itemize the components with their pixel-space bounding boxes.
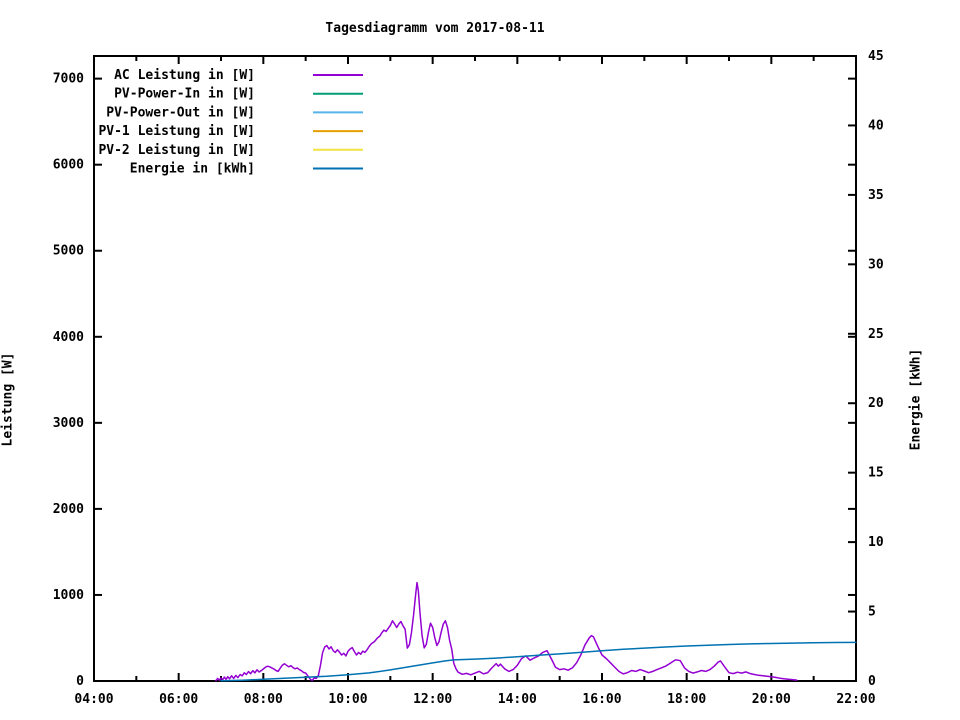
y-right-tick-label: 25: [868, 327, 884, 342]
x-tick-label: 04:00: [74, 692, 113, 707]
x-tick-label: 14:00: [498, 692, 537, 707]
legend-label: PV-1 Leistung in [W]: [98, 124, 255, 139]
y-right-tick-label: 0: [868, 674, 876, 689]
y-right-tick-label: 45: [868, 49, 884, 64]
x-tick-label: 12:00: [413, 692, 452, 707]
x-tick-label: 16:00: [582, 692, 621, 707]
y-left-tick-label: 0: [76, 674, 84, 689]
x-tick-label: 22:00: [836, 692, 875, 707]
y-axis-left-label: Leistung [W]: [0, 352, 16, 447]
series-ac-leistung: [215, 581, 798, 682]
x-tick-label: 20:00: [752, 692, 791, 707]
x-tick-label: 18:00: [667, 692, 706, 707]
legend-label: PV-Power-Out in [W]: [106, 105, 255, 120]
y-left-tick-label: 2000: [53, 502, 84, 517]
y-right-tick-label: 30: [868, 257, 884, 272]
y-axis-right-label: Energie [kWh]: [908, 348, 924, 451]
y-right-tick-label: 5: [868, 605, 876, 620]
y-right-tick-label: 10: [868, 535, 884, 550]
y-left-tick-label: 1000: [53, 588, 84, 603]
y-right-tick-label: 15: [868, 466, 884, 481]
y-left-tick-label: 4000: [53, 330, 84, 345]
y-left-tick-label: 6000: [53, 158, 84, 173]
legend-label: AC Leistung in [W]: [114, 68, 255, 83]
legend-label: Energie in [kWh]: [130, 162, 255, 177]
x-tick-label: 06:00: [159, 692, 198, 707]
y-right-tick-label: 20: [868, 396, 884, 411]
x-tick-label: 10:00: [328, 692, 367, 707]
x-tick-label: 08:00: [244, 692, 283, 707]
y-left-tick-label: 5000: [53, 244, 84, 259]
legend-label: PV-Power-In in [W]: [114, 87, 255, 102]
legend-label: PV-2 Leistung in [W]: [98, 143, 255, 158]
chart-title: Tagesdiagramm vom 2017-08-11: [325, 21, 545, 36]
chart-canvas: 04:00 06:00 08:00 10:00 12:00 14:00 16:00 18:00…: [53, 49, 884, 707]
y-left-tick-label: 7000: [53, 72, 84, 87]
gnuplot-chart-page: Tagesdiagramm vom 2017-08-11 Leistung [W…: [0, 0, 960, 720]
y-right-tick-label: 35: [868, 188, 884, 203]
y-left-tick-label: 3000: [53, 416, 84, 431]
y-right-tick-label: 40: [868, 118, 884, 133]
